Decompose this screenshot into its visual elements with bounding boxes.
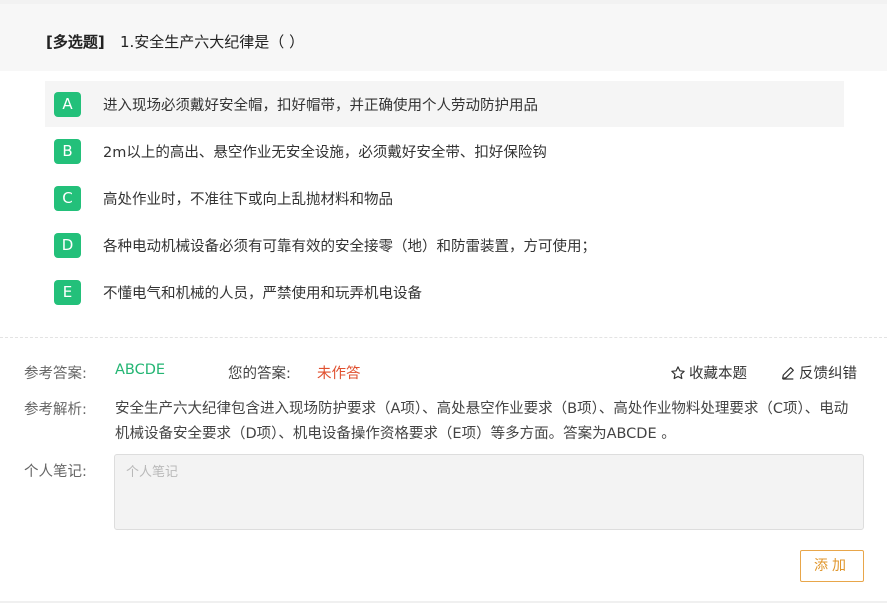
add-note-button[interactable]: 添加 <box>800 550 864 582</box>
pencil-icon <box>782 366 794 380</box>
notes-textarea[interactable] <box>114 454 864 530</box>
your-answer-value: 未作答 <box>317 366 361 382</box>
option-a[interactable]: A 进入现场必须戴好安全帽，扣好帽带，并正确使用个人劳动防护用品 <box>45 81 844 127</box>
favorite-label: 收藏本题 <box>689 366 747 382</box>
option-letter-badge: C <box>54 186 81 211</box>
reference-answer-value: ABCDE <box>115 362 166 378</box>
option-d[interactable]: D 各种电动机械设备必须有可靠有效的安全接零（地）和防雷装置，方可使用； <box>45 222 844 268</box>
option-letter-badge: A <box>54 92 81 117</box>
reference-answer-label: 参考答案: <box>24 366 87 382</box>
question-text: 1.安全生产六大纪律是（ ） <box>120 33 305 51</box>
option-text: 进入现场必须戴好安全帽，扣好帽带，并正确使用个人劳动防护用品 <box>103 98 538 114</box>
star-outline-icon <box>671 365 685 379</box>
question-header: [多选题] 1.安全生产六大纪律是（ ） <box>0 0 887 71</box>
notes-label: 个人笔记: <box>24 464 87 480</box>
option-e[interactable]: E 不懂电气和机械的人员，严禁使用和玩弄机电设备 <box>45 269 844 315</box>
favorite-button[interactable]: 收藏本题 <box>670 362 747 383</box>
analysis-text: 安全生产六大纪律包含进入现场防护要求（A项）、高处悬空作业要求（B项）、高处作业… <box>115 401 849 442</box>
option-text: 高处作业时，不准往下或向上乱抛材料和物品 <box>103 192 393 208</box>
option-letter-badge: B <box>54 139 81 164</box>
option-text: 各种电动机械设备必须有可靠有效的安全接零（地）和防雷装置，方可使用； <box>103 239 596 255</box>
option-letter-badge: E <box>54 280 81 305</box>
option-letter-badge: D <box>54 233 81 258</box>
section-divider <box>0 337 887 338</box>
option-c[interactable]: C 高处作业时，不准往下或向上乱抛材料和物品 <box>45 175 844 221</box>
option-b[interactable]: B 2m以上的高出、悬空作业无安全设施，必须戴好安全带、扣好保险钩 <box>45 128 844 174</box>
option-text: 2m以上的高出、悬空作业无安全设施，必须戴好安全带、扣好保险钩 <box>103 145 547 161</box>
analysis-label: 参考解析: <box>24 402 87 418</box>
feedback-button[interactable]: 反馈纠错 <box>780 362 857 383</box>
your-answer-label: 您的答案: <box>228 366 291 382</box>
option-text: 不懂电气和机械的人员，严禁使用和玩弄机电设备 <box>103 286 422 302</box>
feedback-label: 反馈纠错 <box>799 366 857 382</box>
question-type-label: [多选题] <box>46 33 105 51</box>
